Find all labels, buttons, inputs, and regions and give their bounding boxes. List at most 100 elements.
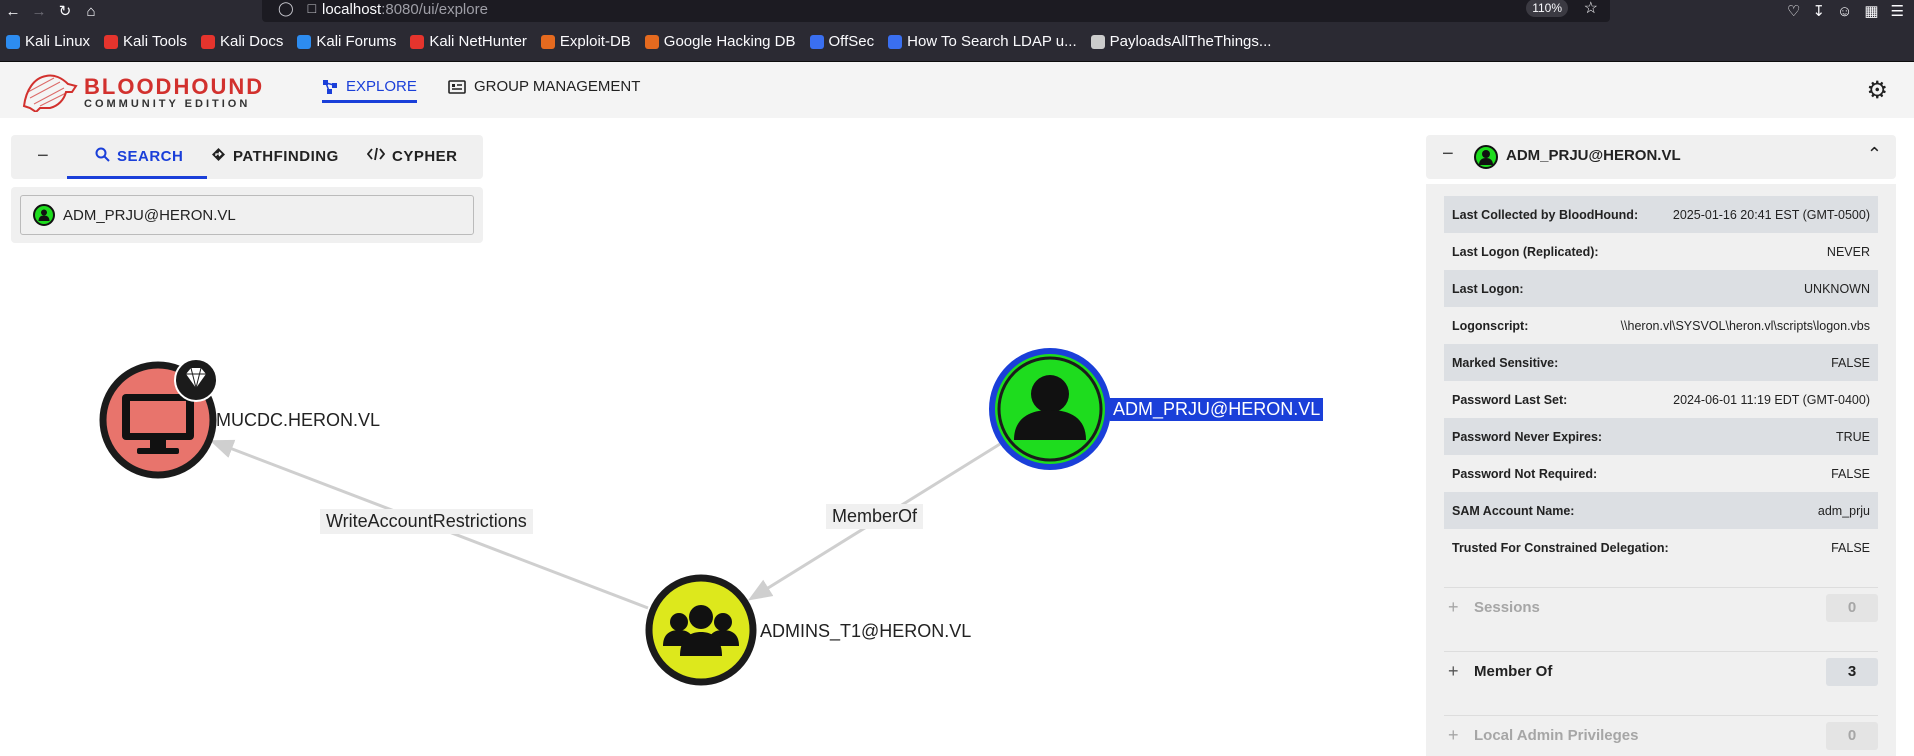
property-row: Password Last Set: 2024-06-01 11:19 EDT (… [1444,381,1878,418]
download-icon[interactable]: ↧ [1812,2,1825,20]
property-row: Last Logon (Replicated): NEVER [1444,233,1878,270]
tier-zero-gem-icon [174,358,218,402]
property-key: Password Not Required: [1452,466,1598,481]
nav-group-management[interactable]: GROUP MANAGEMENT [448,78,640,95]
bloodhound-logo[interactable]: BLOODHOUND COMMUNITY EDITION [20,68,262,114]
node-group[interactable] [645,574,757,686]
property-value: UNKNOWN [1804,281,1870,296]
section-local-admin-privileges[interactable]: + Local Admin Privileges 0 [1444,715,1878,755]
extensions-icon[interactable]: ▦ [1864,2,1878,20]
property-row: Password Not Required: FALSE [1444,455,1878,492]
property-key: SAM Account Name: [1452,503,1575,518]
bookmark-favicon-icon [809,34,824,49]
property-row: Password Never Expires: TRUE [1444,418,1878,455]
section-sessions[interactable]: + Sessions 0 [1444,587,1878,627]
graph-edges [99,348,1111,686]
nav-explore[interactable]: EXPLORE [322,78,417,103]
section-label: Member Of [1474,663,1553,680]
explore-icon [323,79,337,94]
pocket-icon[interactable]: ♡ [1787,2,1800,20]
bookmark-item[interactable]: OffSec [809,33,874,50]
bookmark-item[interactable]: Exploit-DB [540,33,631,50]
account-icon[interactable]: ☺ [1837,3,1852,20]
section-count-badge: 0 [1826,593,1878,622]
section-label: Local Admin Privileges [1474,727,1639,744]
property-value: adm_prju [1817,503,1870,518]
entity-panel-header: − ADM_PRJU@HERON.VL ⌃ [1426,135,1896,179]
bookmark-favicon-icon [104,34,119,49]
home-icon[interactable]: ⌂ [78,0,104,22]
bookmark-item[interactable]: Kali Forums [297,33,396,50]
property-key: Marked Sensitive: [1452,355,1559,370]
property-value: FALSE [1831,355,1870,370]
bookmarks-bar: Kali Linux Kali Tools Kali Docs Kali Forums… [0,22,1914,62]
reload-icon[interactable]: ↻ [52,0,78,22]
node-group-label[interactable]: ADMINS_T1@HERON.VL [760,621,971,642]
bookmark-label: PayloadsAllTheThings... [1109,33,1272,50]
menu-icon[interactable]: ☰ [1891,2,1904,20]
property-row: Marked Sensitive: FALSE [1444,344,1878,381]
bookmark-item[interactable]: How To Search LDAP u... [888,33,1077,50]
property-row: Last Logon: UNKNOWN [1444,270,1878,307]
user-icon [1474,145,1498,169]
nav-explore-label: EXPLORE [346,78,417,95]
bookmark-label: Kali Linux [25,33,91,50]
property-key: Password Never Expires: [1452,429,1603,444]
forward-icon[interactable]: → [26,0,52,22]
property-key: Trusted For Constrained Delegation: [1452,540,1669,555]
property-row: Trusted For Constrained Delegation: FALSE [1444,529,1878,566]
bookmark-favicon-icon [644,34,659,49]
zoom-badge[interactable]: 110% [1526,0,1568,17]
bookmark-label: Kali Tools [123,33,187,50]
url-text[interactable]: localhost:8080/ui/explore [322,1,488,18]
expand-plus-icon[interactable]: + [1444,661,1474,682]
bookmark-favicon-icon [297,34,312,49]
shield-icon[interactable]: ◯ [278,0,294,17]
bookmark-label: Kali Forums [316,33,397,50]
bookmark-star-icon[interactable]: ☆ [1584,0,1598,18]
node-user-label[interactable]: ADM_PRJU@HERON.VL [1110,398,1324,421]
node-computer[interactable] [99,358,218,479]
bookmark-item[interactable]: Kali NetHunter [410,33,527,50]
edge-label-member-of[interactable]: MemberOf [826,504,924,529]
collapse-entity-panel-button[interactable]: − [1442,143,1454,166]
property-row: Last Collected by BloodHound: 2025-01-16 … [1444,196,1878,233]
bookmark-label: How To Search LDAP u... [907,33,1077,50]
graph-canvas[interactable]: MUCDC.HERON.VL ADM_PRJU@HERON.VL ADMINS_… [0,118,1400,756]
entity-properties-panel[interactable]: Last Collected by BloodHound: 2025-01-16 … [1426,184,1896,756]
bookmark-item[interactable]: Kali Linux [6,33,90,50]
app-header: BLOODHOUND COMMUNITY EDITION EXPLORE GRO… [0,62,1914,118]
bookmark-item[interactable]: Kali Docs [200,33,284,50]
expand-plus-icon[interactable]: + [1444,597,1474,618]
edge-label-write-account-restrictions[interactable]: WriteAccountRestrictions [320,509,533,534]
bookmark-item[interactable]: Google Hacking DB [644,33,796,50]
property-value: 2025-01-16 20:41 EST (GMT-0500) [1672,207,1870,222]
chevron-up-icon[interactable]: ⌃ [1867,144,1882,165]
hound-logo-icon [22,74,78,114]
section-count-badge: 3 [1826,657,1878,686]
section-count-badge: 0 [1826,721,1878,750]
property-key: Last Collected by BloodHound: [1452,207,1639,222]
bookmark-item[interactable]: Kali Tools [104,33,187,50]
bookmark-label: Kali Docs [219,33,284,50]
bookmark-label: Kali NetHunter [429,33,527,50]
section-member-of[interactable]: + Member Of 3 [1444,651,1878,691]
nav-group-management-label: GROUP MANAGEMENT [474,78,641,95]
expand-plus-icon[interactable]: + [1444,725,1474,746]
gear-icon[interactable]: ⚙ [1866,76,1888,105]
logo-subtitle: COMMUNITY EDITION [84,98,251,110]
bookmark-favicon-icon [410,34,425,49]
bookmark-item[interactable]: PayloadsAllTheThings... [1090,33,1272,50]
bookmark-label: Exploit-DB [559,33,631,50]
property-key: Last Logon (Replicated): [1452,244,1599,259]
property-value: NEVER [1826,244,1870,259]
property-row: SAM Account Name: adm_prju [1444,492,1878,529]
group-management-icon [448,79,466,94]
section-label: Sessions [1474,599,1540,616]
bookmark-label: Google Hacking DB [663,33,796,50]
node-computer-label[interactable]: MUCDC.HERON.VL [216,410,380,431]
browser-toolbar: ← → ↻ ⌂ ◯ □ localhost:8080/ui/explore 11… [0,0,1914,22]
back-icon[interactable]: ← [0,0,26,22]
node-user[interactable] [989,348,1111,470]
address-bar[interactable]: ◯ □ localhost:8080/ui/explore 110% ☆ [262,0,1610,22]
